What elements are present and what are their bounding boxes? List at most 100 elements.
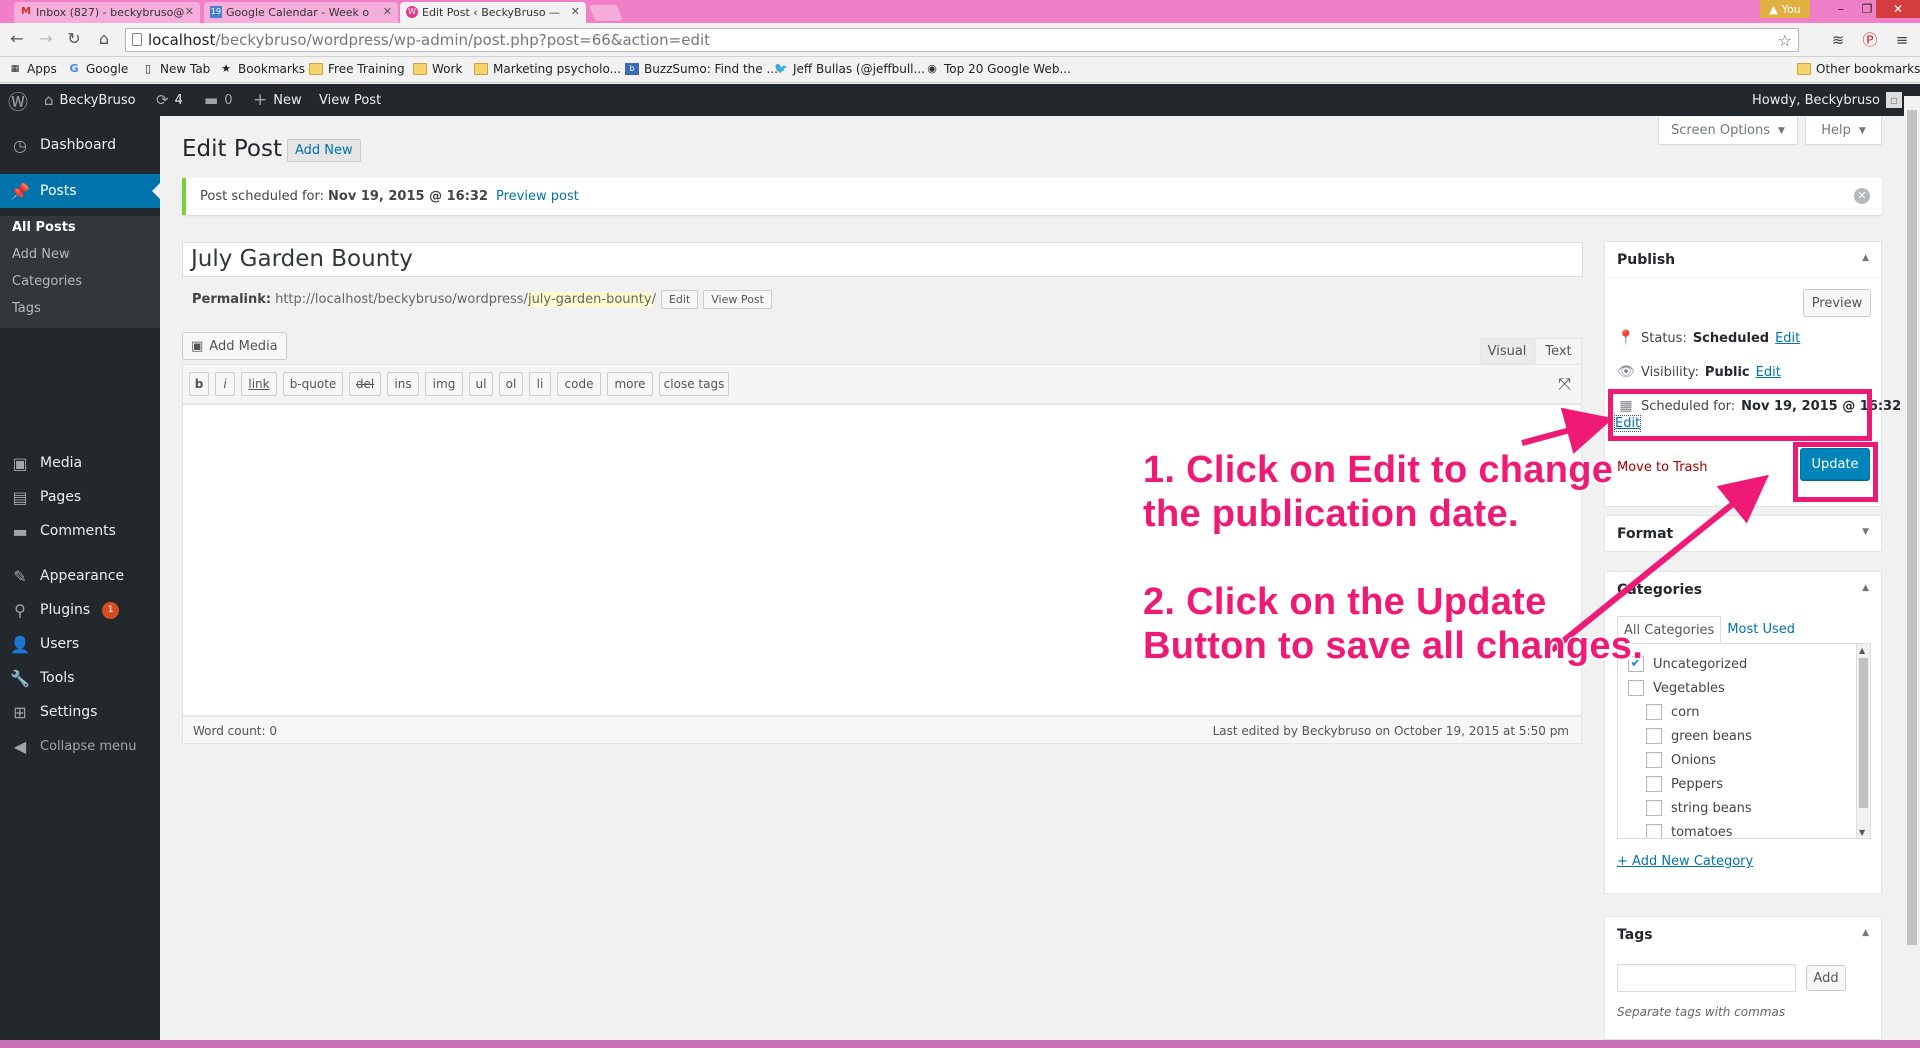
page-scrollbar[interactable] [1904,96,1920,1040]
tab-text[interactable]: Text [1535,338,1582,364]
bookmark-bookmarks[interactable]: ★ Bookmarks [219,62,305,76]
pinterest-icon[interactable]: Ⓟ [1860,30,1880,50]
bookmark-star-icon[interactable]: ☆ [1778,30,1792,52]
new-content-menu[interactable]: + New [253,84,302,116]
category-item[interactable]: string beans [1646,800,1752,816]
bookmark-work[interactable]: Work [413,62,462,76]
scrollbar-thumb[interactable] [1859,658,1868,808]
comments-menu[interactable]: ▬ 0 [204,84,232,116]
checkbox[interactable] [1646,704,1662,720]
sidebar-item-settings[interactable]: ⊞ Settings [0,695,160,729]
bookmark-buzzsumo[interactable]: b BuzzSumo: Find the ... [625,62,778,76]
caret-up-icon[interactable]: ▲ [1862,583,1869,593]
buffer-icon[interactable]: ≋ [1828,30,1848,50]
view-post-button[interactable]: View Post [703,290,772,309]
sidebar-item-media[interactable]: ▣ Media [0,446,160,480]
help-button[interactable]: Help ▼ [1805,117,1882,145]
back-arrow-icon[interactable]: ← [7,29,27,49]
add-media-button[interactable]: ▣ Add Media [182,332,287,360]
bookmark-jeff-bullas[interactable]: 🐦 Jeff Bullas (@jeffbull... [774,62,925,76]
qt-italic-button[interactable]: i [215,372,235,396]
site-name-menu[interactable]: ⌂ BeckyBruso [44,84,136,116]
close-icon[interactable]: ✕ [185,5,194,18]
checkbox[interactable] [1646,824,1662,838]
qt-code-button[interactable]: code [557,372,601,396]
sidebar-item-users[interactable]: 👤 Users [0,627,160,661]
profile-button[interactable]: ▲ You [1760,0,1810,18]
address-bar[interactable]: localhost/beckybruso/wordpress/wp-admin/… [125,28,1799,52]
caret-up-icon[interactable]: ▲ [1862,253,1869,263]
permalink-slug[interactable]: july-garden-bounty [527,292,652,307]
new-tag-input[interactable] [1617,964,1796,992]
publish-box-header[interactable]: Publish ▲ [1605,242,1881,278]
tab-edit-post[interactable]: W Edit Post ‹ BeckyBruso — ✕ [400,2,586,23]
updates-menu[interactable]: ⟳ 4 [156,84,183,116]
distraction-free-icon[interactable]: ⤧ [1558,374,1571,394]
tab-most-used[interactable]: Most Used [1721,616,1801,644]
qt-del-button[interactable]: del [349,372,381,396]
view-post-link[interactable]: View Post [319,84,381,116]
scroll-down-icon[interactable]: ▼ [1859,828,1865,837]
checkbox[interactable] [1628,680,1644,696]
sidebar-item-posts[interactable]: 📌 Posts [0,174,160,208]
tags-box-header[interactable]: Tags ▲ [1605,917,1881,953]
wp-logo-menu[interactable]: Ⓦ [8,84,28,116]
collapse-menu-button[interactable]: ◀ Collapse menu [0,729,160,763]
category-item[interactable]: tomatoes [1646,824,1733,838]
bookmark-free-training[interactable]: Free Training [309,62,405,76]
move-to-trash-link[interactable]: Move to Trash [1617,460,1708,475]
qt-bold-button[interactable]: b [189,372,209,396]
sidebar-item-appearance[interactable]: ✎ Appearance [0,559,160,593]
close-icon[interactable]: ✕ [383,5,392,18]
category-item[interactable]: Onions [1646,752,1716,768]
checkbox[interactable] [1646,776,1662,792]
screen-options-button[interactable]: Screen Options ▼ [1658,117,1798,145]
category-item[interactable]: ✔ Uncategorized [1628,656,1747,672]
add-tag-button[interactable]: Add [1806,965,1846,991]
checkbox[interactable] [1646,800,1662,816]
preview-button[interactable]: Preview [1803,289,1871,317]
category-item[interactable]: Vegetables [1628,680,1725,696]
reload-icon[interactable]: ↻ [64,29,84,49]
home-icon[interactable]: ⌂ [94,29,114,49]
sidebar-item-comments[interactable]: ▬ Comments [0,514,160,548]
forward-arrow-icon[interactable]: → [36,29,56,49]
scroll-up-icon[interactable]: ▲ [1859,646,1865,655]
caret-up-icon[interactable]: ▲ [1862,928,1869,938]
bookmark-marketing[interactable]: Marketing psycholo... [474,62,621,76]
edit-permalink-button[interactable]: Edit [660,290,699,309]
checkbox[interactable] [1646,728,1662,744]
submenu-tags[interactable]: Tags [12,301,41,316]
tab-gmail[interactable]: M Inbox (827) - beckybruso@ ✕ [14,2,200,23]
sidebar-item-plugins[interactable]: ⚲ Plugins 1 [0,593,160,627]
add-new-category-link[interactable]: + Add New Category [1617,854,1753,869]
caret-down-icon[interactable]: ▼ [1862,527,1869,537]
window-close-button[interactable]: ✕ [1876,0,1920,18]
qt-li-button[interactable]: li [529,372,551,396]
submenu-all-posts[interactable]: All Posts [12,220,76,235]
qt-ins-button[interactable]: ins [387,372,419,396]
my-account-menu[interactable]: Howdy, Beckybruso ▫ [1752,84,1902,116]
category-item[interactable]: Peppers [1646,776,1723,792]
bookmark-apps[interactable]: ▦ Apps [8,62,57,76]
qt-close-tags-button[interactable]: close tags [659,372,729,396]
preview-post-link[interactable]: Preview post [496,189,579,204]
qt-blockquote-button[interactable]: b-quote [283,372,343,396]
qt-ol-button[interactable]: ol [499,372,523,396]
categories-box-header[interactable]: Categories ▲ [1605,572,1881,608]
dismiss-notice-icon[interactable]: ✕ [1854,188,1870,204]
submenu-categories[interactable]: Categories [12,274,82,289]
qt-more-button[interactable]: more [607,372,653,396]
checkbox[interactable] [1646,752,1662,768]
menu-icon[interactable]: ≡ [1892,30,1912,50]
category-item[interactable]: corn [1646,704,1699,720]
post-title-input[interactable]: July Garden Bounty [182,242,1583,277]
new-tab-button[interactable] [589,5,623,21]
tab-visual[interactable]: Visual [1480,338,1534,364]
tab-google-calendar[interactable]: 19 Google Calendar - Week o ✕ [204,2,398,23]
sidebar-item-tools[interactable]: 🔧 Tools [0,661,160,695]
bookmark-google[interactable]: G Google [67,62,128,76]
close-icon[interactable]: ✕ [571,5,580,18]
sidebar-item-pages[interactable]: ▤ Pages [0,480,160,514]
qt-ul-button[interactable]: ul [469,372,493,396]
